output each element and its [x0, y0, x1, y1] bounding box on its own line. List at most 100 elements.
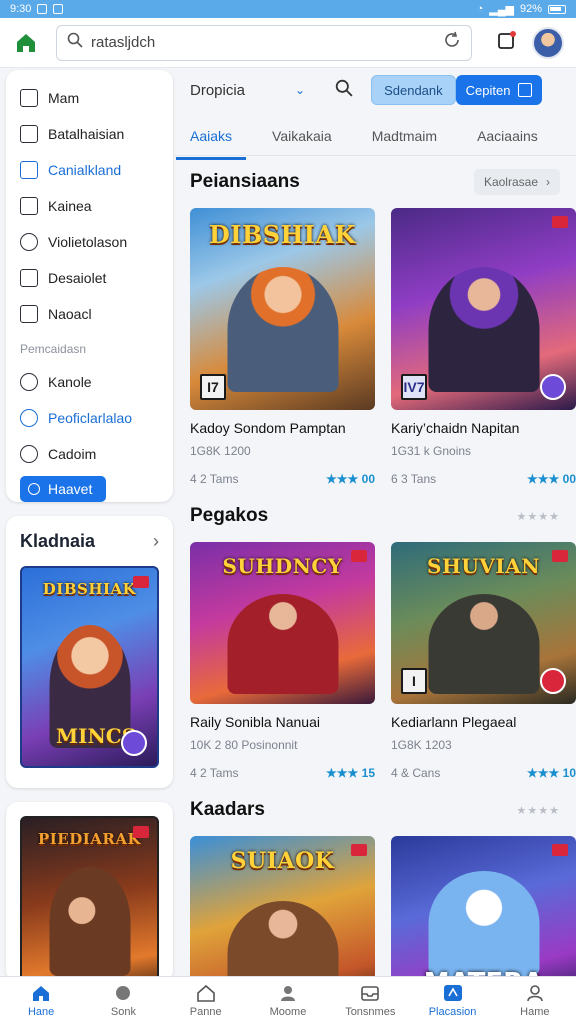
sidebar-item-4[interactable]: Violietolason [20, 224, 159, 260]
game-stats: 4 2 Tams ★★★ 15 [190, 766, 375, 780]
section-1: Peiansiaans Kaolrasae › DIBSHIAK I7 Kado… [174, 162, 576, 486]
game-art[interactable]: SHUVIAN I [391, 542, 576, 704]
tab-3[interactable]: Aaciaains [477, 118, 538, 154]
section-rating-stars: ★★★★ [516, 804, 560, 817]
sidebar-item-8[interactable]: Peoficlarlalao [20, 400, 159, 436]
primary-button-label: Cepiten [465, 82, 511, 98]
battery-icon [548, 4, 566, 14]
side-card-art[interactable]: DIBSHIAK MINCS [20, 566, 159, 768]
nav-profile[interactable]: Hame [494, 977, 576, 1024]
battery-percent: 92% [519, 3, 542, 15]
play-icon[interactable] [540, 374, 566, 400]
badge-icon [552, 550, 568, 562]
side-card-title: Kladnaia [20, 530, 96, 551]
sidebar-item-label: Kanole [48, 374, 92, 390]
sidebar-item-5[interactable]: Desaiolet [20, 260, 159, 296]
see-more-button[interactable]: Kaolrasae › [473, 169, 560, 195]
game-title: Kadoy Sondom Pamptan [190, 420, 346, 436]
avatar[interactable] [532, 26, 564, 59]
refresh-icon[interactable] [443, 31, 461, 54]
secondary-button[interactable]: Sdendank [371, 75, 456, 105]
section-header: Kaadars ★★★★ [190, 790, 560, 830]
game-card[interactable]: SUHDNCY Raily Sonibla Nanuai 10K 2 80 Po… [190, 542, 375, 780]
side-card-art-2[interactable]: PIEDIARAK [20, 816, 159, 982]
chevron-right-icon[interactable]: › [153, 531, 159, 552]
top-app-bar [0, 18, 576, 68]
sidebar-section-label: Pemcaidasn [20, 342, 87, 356]
nav-home[interactable]: Hane [0, 977, 82, 1024]
sidebar-item-9[interactable]: Cadoim [20, 436, 159, 472]
hero-figure [428, 266, 539, 392]
nav-games[interactable]: Sonk [82, 977, 164, 1024]
game-art[interactable]: IV7 [391, 208, 576, 410]
play-icon[interactable] [540, 668, 566, 694]
hero-figure [227, 266, 338, 392]
tab-bar: Aaiaks Vaikakaia Madtmaim Aaciaains [174, 116, 576, 160]
nav-panne[interactable]: Panne [165, 977, 247, 1024]
game-art-title: DIBSHIAK [208, 220, 357, 249]
sidebar-item-active[interactable]: Haavet [20, 476, 106, 502]
play-icon[interactable] [121, 730, 147, 756]
bottom-navigation: Hane Sonk Panne Moome Tonsnmes Placasion [0, 976, 576, 1024]
sidebar-item-label: Kainea [48, 198, 92, 214]
tabs-icon[interactable] [496, 29, 518, 56]
people-icon [278, 984, 298, 1002]
game-title: Kariy’chaidn Napitan [391, 420, 520, 436]
sidebar-item-6[interactable]: Naoacl [20, 296, 159, 332]
nav-placasion[interactable]: Placasion [411, 977, 493, 1024]
game-art[interactable]: SUHDNCY [190, 542, 375, 704]
hero-figure [227, 593, 338, 694]
game-meta: 1G31 k Gnoins [391, 444, 472, 458]
section-rating-stars: ★★★★ [516, 510, 560, 523]
sidebar-item-2[interactable]: Canialkland [20, 152, 159, 188]
game-art[interactable]: DIBSHIAK I7 [190, 208, 375, 410]
search-icon[interactable] [335, 79, 353, 102]
tab-1[interactable]: Vaikakaia [272, 118, 332, 154]
home-icon[interactable] [12, 29, 40, 57]
house-outline-icon [196, 984, 216, 1002]
nav-label: Hane [27, 1005, 55, 1018]
primary-button[interactable]: Cepiten [455, 75, 543, 105]
sidebar-item-label: Violietolason [48, 234, 128, 250]
store-icon [443, 984, 463, 1002]
game-card[interactable]: SHUVIAN I Kediarlann Plegaeal 1G8K 1203 … [391, 542, 576, 780]
dropdown-label: Dropicia [190, 81, 246, 99]
side-card-header[interactable]: Kladnaia › [6, 516, 173, 566]
game-players: 4 & Cans [391, 766, 441, 780]
sidebar-item-3[interactable]: Kainea [20, 188, 159, 224]
search-input[interactable] [91, 34, 435, 51]
user-icon [525, 984, 545, 1002]
search-icon [67, 32, 83, 53]
clock-icon [20, 233, 38, 251]
game-players: 4 2 Tams [190, 472, 239, 486]
nav-label: Panne [189, 1005, 222, 1018]
game-meta: 1G8K 1203 [391, 738, 452, 752]
tab-2[interactable]: Madtmaim [372, 118, 437, 154]
sidebar: Mam Batalhaisian Canialkland Kainea Viol… [6, 70, 173, 502]
section-title: Pegakos [190, 505, 269, 526]
badge-icon [133, 576, 149, 588]
nav-moome[interactable]: Moome [247, 977, 329, 1024]
see-more-label: Kaolrasae [483, 175, 538, 189]
game-title: Kediarlann Plegaeal [391, 714, 517, 730]
nav-label: Tonsnmes [345, 1005, 396, 1018]
sidebar-item-7[interactable]: Kanole [20, 364, 159, 400]
badge-icon [351, 844, 367, 856]
game-players: 6 3 Tans [391, 472, 437, 486]
game-grid: DIBSHIAK I7 Kadoy Sondom Pamptan 1G8K 12… [190, 208, 576, 486]
nav-tonsnmes[interactable]: Tonsnmes [329, 977, 411, 1024]
game-rating: ★★★ 00 [326, 472, 375, 486]
sidebar-item-0[interactable]: Mam [20, 80, 159, 116]
game-card[interactable]: IV7 Kariy’chaidn Napitan 1G31 k Gnoins 6… [391, 208, 576, 486]
search-bar[interactable] [56, 24, 472, 61]
category-dropdown[interactable]: Dropicia ⌄ [190, 82, 305, 99]
main-content: Dropicia ⌄ Sdendank Cepiten Aaiaks Vaika… [174, 70, 576, 1006]
tab-0[interactable]: Aaiaks [175, 118, 247, 160]
sidebar-item-label: Cadoim [48, 446, 97, 462]
game-card[interactable]: DIBSHIAK I7 Kadoy Sondom Pamptan 1G8K 12… [190, 208, 375, 486]
game-art-title: SHUVIAN [427, 554, 540, 578]
document-icon [20, 269, 38, 287]
sidebar-item-1[interactable]: Batalhaisian [20, 116, 159, 152]
chart-icon [20, 125, 38, 143]
version-tag: I [401, 668, 427, 694]
